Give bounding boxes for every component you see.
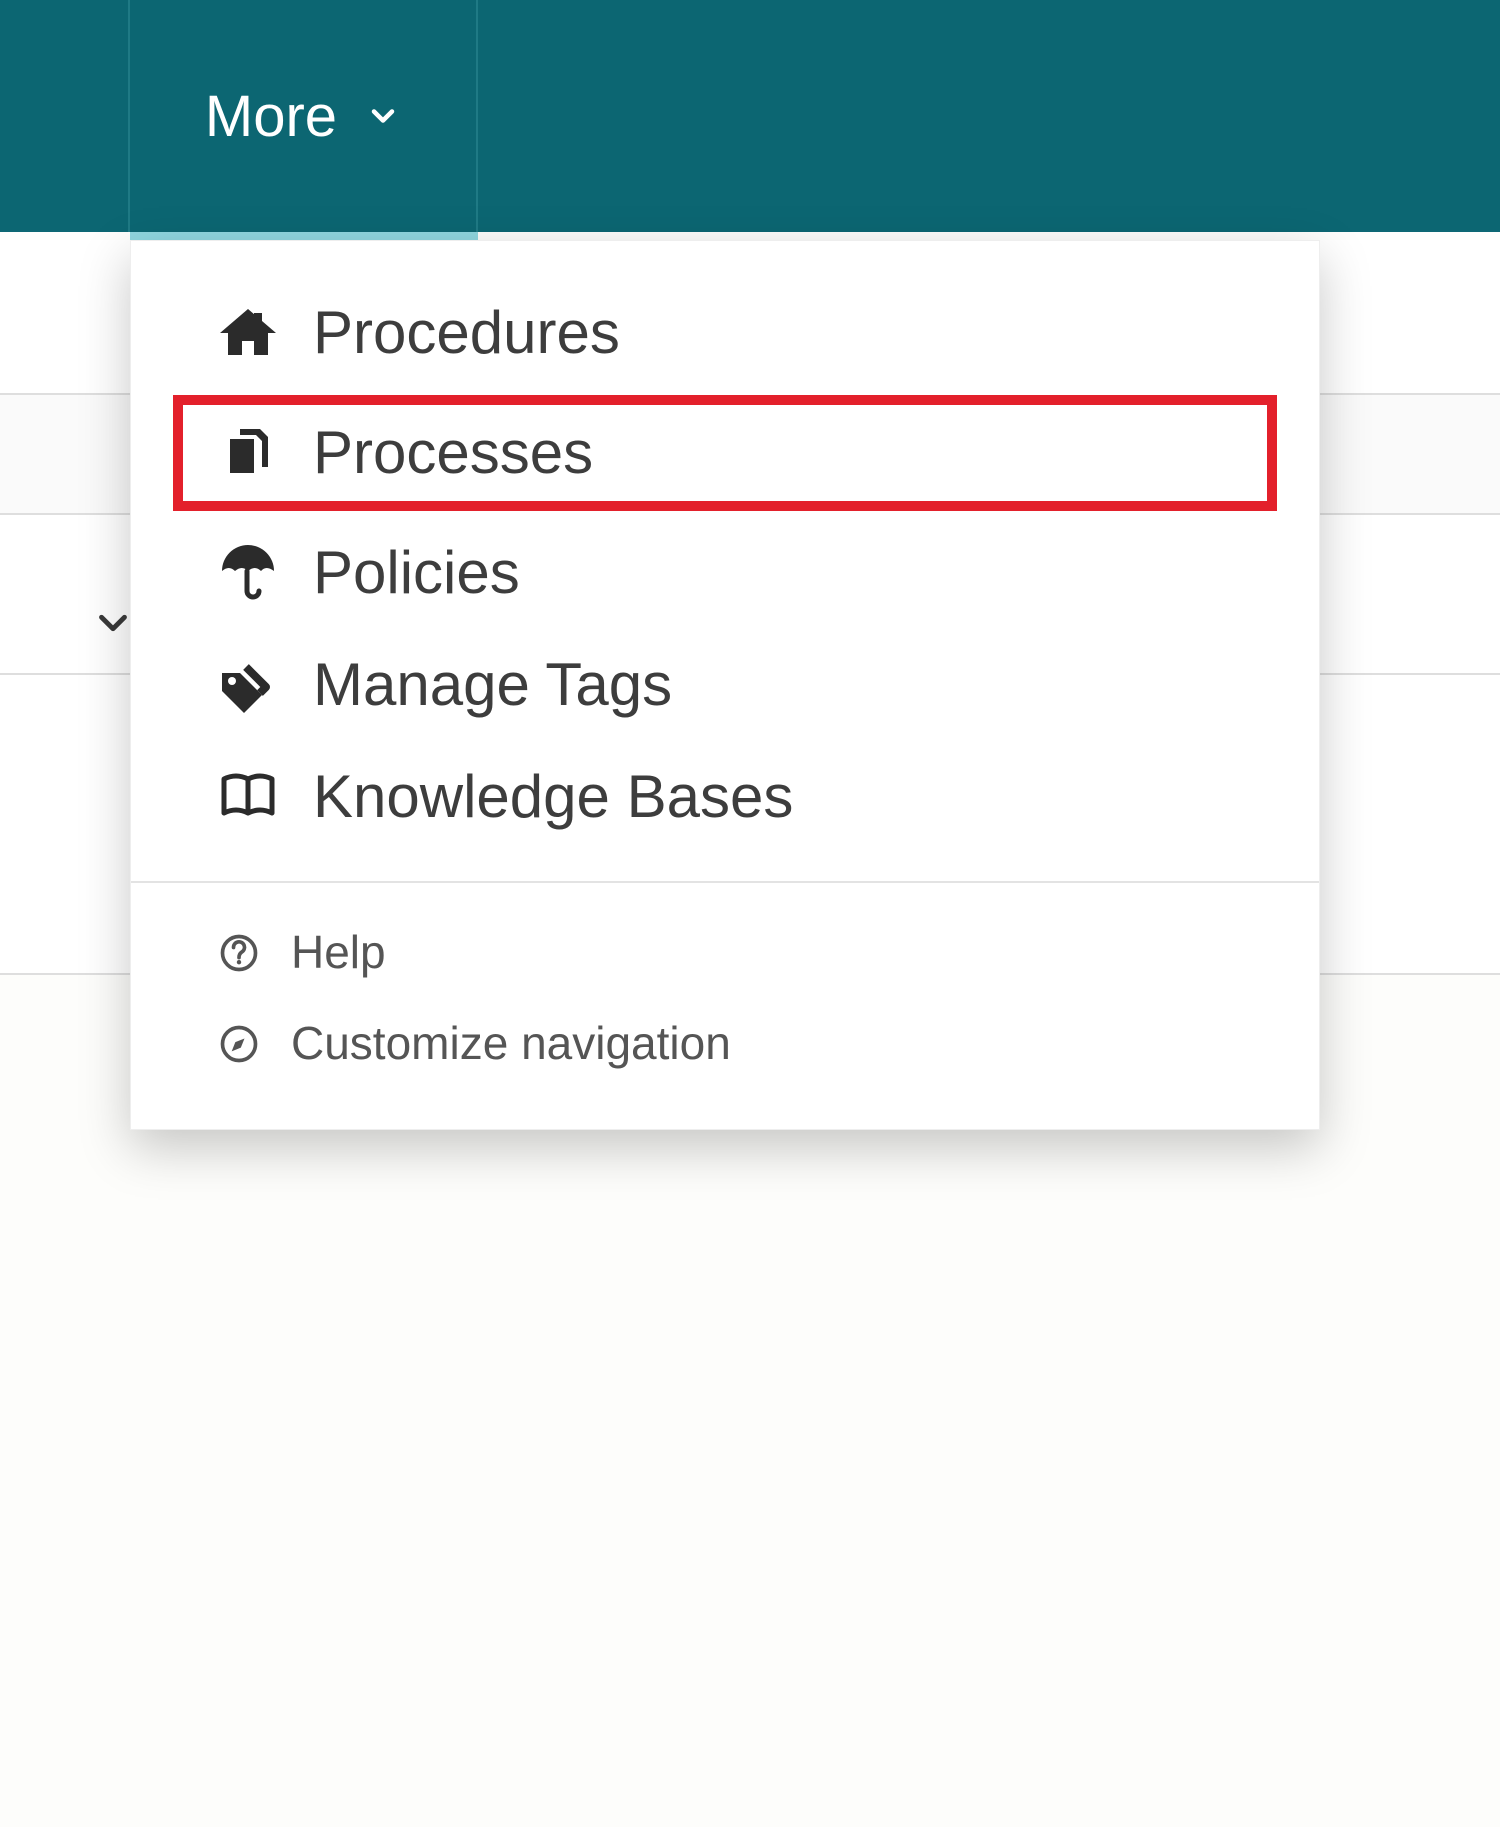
menu-divider <box>131 881 1319 883</box>
umbrella-icon <box>213 538 283 608</box>
book-icon <box>213 762 283 832</box>
menu-item-policies[interactable]: Policies <box>183 517 1267 629</box>
tags-icon <box>213 650 283 720</box>
nav-spacer <box>0 0 130 232</box>
active-tab-accent <box>0 232 1500 240</box>
compass-icon <box>213 1018 265 1070</box>
menu-item-label: Processes <box>313 417 593 489</box>
menu-item-knowledge-bases[interactable]: Knowledge Bases <box>183 741 1267 853</box>
menu-item-procedures[interactable]: Procedures <box>183 277 1267 389</box>
menu-item-label: Policies <box>313 537 520 609</box>
menu-item-label: Knowledge Bases <box>313 761 793 833</box>
menu-item-label: Help <box>291 925 386 980</box>
menu-item-customize-navigation[interactable]: Customize navigation <box>183 998 1267 1089</box>
menu-item-manage-tags[interactable]: Manage Tags <box>183 629 1267 741</box>
menu-item-label: Customize navigation <box>291 1016 731 1071</box>
chevron-down-icon <box>365 98 401 134</box>
top-nav: More <box>0 0 1500 232</box>
more-dropdown: Procedures Processes Policies <box>130 240 1320 1130</box>
more-tab[interactable]: More <box>130 0 478 232</box>
home-icon <box>213 298 283 368</box>
accent-segment <box>130 232 478 240</box>
menu-item-label: Procedures <box>313 297 620 369</box>
files-icon <box>213 418 283 488</box>
help-icon <box>213 927 265 979</box>
menu-item-processes[interactable]: Processes <box>173 395 1277 511</box>
menu-item-help[interactable]: Help <box>183 907 1267 998</box>
menu-main-section: Procedures Processes Policies <box>131 277 1319 853</box>
menu-item-label: Manage Tags <box>313 649 672 721</box>
more-tab-label: More <box>205 83 337 150</box>
menu-footer-section: Help Customize navigation <box>131 907 1319 1089</box>
